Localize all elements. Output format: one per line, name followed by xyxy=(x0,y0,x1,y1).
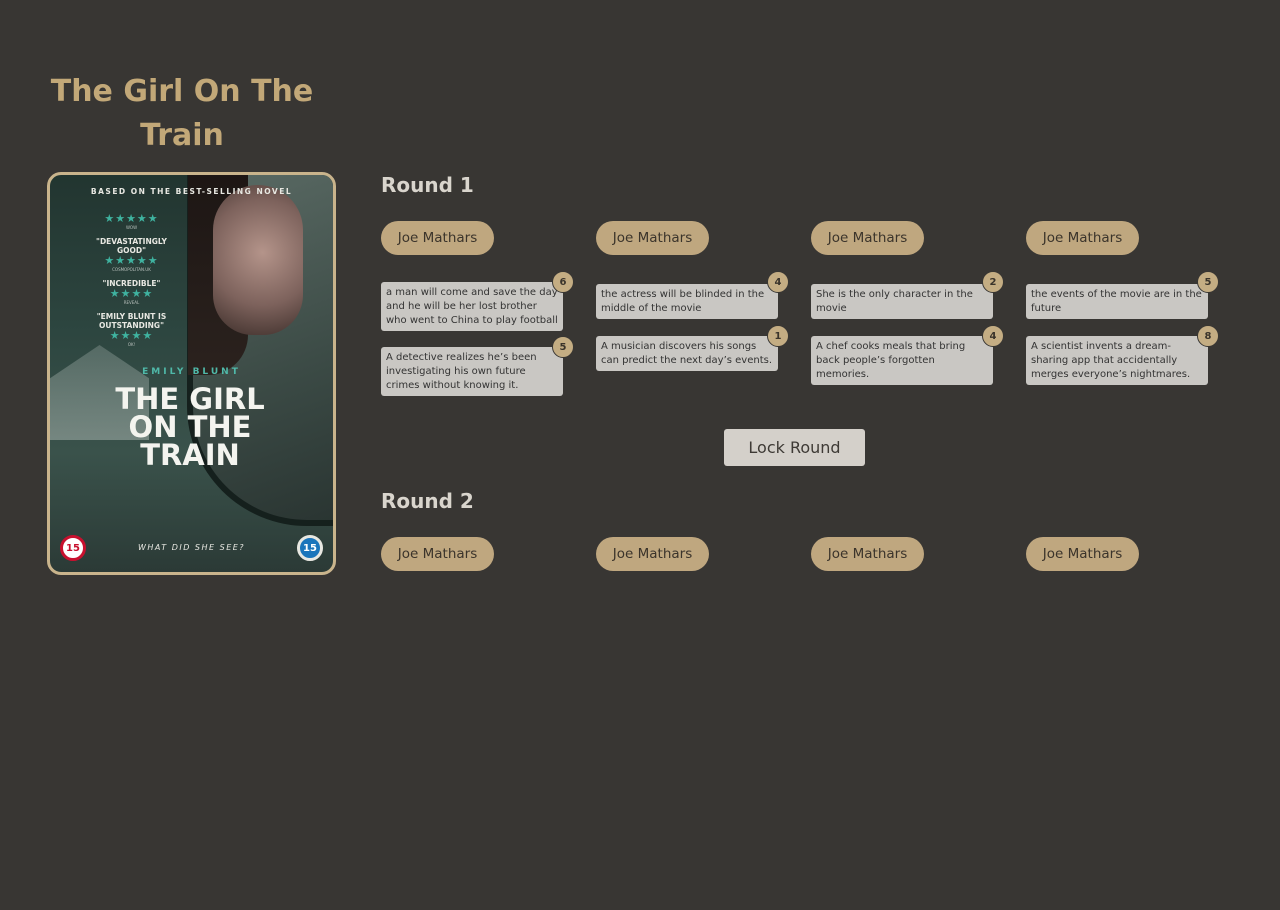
poster-bottom-tagline: WHAT DID SHE SEE? xyxy=(137,543,246,552)
guess-text: A musician discovers his songs can predi… xyxy=(601,341,773,366)
player-pill[interactable]: Joe Mathars xyxy=(596,221,709,255)
poster-tagline-top: BASED ON THE BEST-SELLING NOVEL xyxy=(90,187,293,196)
review-stars: ★★★★★ xyxy=(104,254,159,267)
poster-review: ★★★★★ WOW xyxy=(84,213,179,231)
guess-text: A scientist invents a dream-sharing app … xyxy=(1031,341,1191,380)
guess-score-badge: 5 xyxy=(552,336,574,358)
player-pill[interactable]: Joe Mathars xyxy=(381,221,494,255)
player-pill[interactable]: Joe Mathars xyxy=(1026,537,1139,571)
lock-round-button[interactable]: Lock Round xyxy=(724,429,865,466)
review-source: COSMOPOLITAN.UK xyxy=(112,267,151,272)
round-title: Round 1 xyxy=(381,173,474,197)
poster-review: "EMILY BLUNT IS OUTSTANDING" ★★★★ OK! xyxy=(84,312,179,348)
guess-text: a man will come and save the day and he … xyxy=(386,287,558,326)
player-pill[interactable]: Joe Mathars xyxy=(381,537,494,571)
guess-card[interactable]: She is the only character in the movie xyxy=(811,284,993,319)
guess-score-badge: 4 xyxy=(767,271,789,293)
guess-text: the actress will be blinded in the middl… xyxy=(601,289,765,314)
player-pill[interactable]: Joe Mathars xyxy=(596,537,709,571)
guess-card[interactable]: the actress will be blinded in the middl… xyxy=(596,284,778,319)
review-quote: "DEVASTATINGLY GOOD" xyxy=(96,237,167,255)
guess-score-badge: 8 xyxy=(1197,325,1219,347)
player-pill[interactable]: Joe Mathars xyxy=(1026,221,1139,255)
player-pill[interactable]: Joe Mathars xyxy=(811,221,924,255)
bbfc-rating-icon: 15 xyxy=(60,535,86,561)
review-stars: ★★★★★ xyxy=(104,212,159,225)
guess-score-badge: 6 xyxy=(552,271,574,293)
poster-face-art xyxy=(213,185,303,335)
guess-text: She is the only character in the movie xyxy=(816,289,973,314)
guess-card[interactable]: A scientist invents a dream-sharing app … xyxy=(1026,336,1208,385)
guess-score-badge: 1 xyxy=(767,325,789,347)
poster-actor: EMILY BLUNT xyxy=(142,367,241,377)
irish-rating-icon: 15 xyxy=(297,535,323,561)
guess-score-badge: 2 xyxy=(982,271,1004,293)
guess-card[interactable]: A chef cooks meals that bring back peopl… xyxy=(811,336,993,385)
player-pill[interactable]: Joe Mathars xyxy=(811,537,924,571)
review-source: WOW xyxy=(125,225,138,230)
guess-text: the events of the movie are in the futur… xyxy=(1031,289,1202,314)
movie-poster: BASED ON THE BEST-SELLING NOVEL ★★★★★ WO… xyxy=(47,172,336,575)
guess-card[interactable]: A musician discovers his songs can predi… xyxy=(596,336,778,371)
poster-review: "INCREDIBLE" ★★★★ REVEAL xyxy=(84,279,179,306)
review-stars: ★★★★ xyxy=(109,329,154,342)
review-source: REVEAL xyxy=(123,300,140,305)
guess-card[interactable]: a man will come and save the day and he … xyxy=(381,282,563,331)
guess-card[interactable]: the events of the movie are in the futur… xyxy=(1026,284,1208,319)
movie-title: The Girl On The Train xyxy=(50,74,314,153)
guess-score-badge: 5 xyxy=(1197,271,1219,293)
round-title: Round 2 xyxy=(381,489,474,513)
guess-card[interactable]: A detective realizes he’s been investiga… xyxy=(381,347,563,396)
guess-text: A chef cooks meals that bring back peopl… xyxy=(816,341,966,380)
guess-score-badge: 4 xyxy=(982,325,1004,347)
poster-big-title: THE GIRL ON THE TRAIN xyxy=(115,382,265,472)
review-quote: "EMILY BLUNT IS OUTSTANDING" xyxy=(96,312,167,330)
review-source: OK! xyxy=(127,342,136,347)
review-stars: ★★★★ xyxy=(109,287,154,300)
poster-review: "DEVASTATINGLY GOOD" ★★★★★ COSMOPOLITAN.… xyxy=(84,237,179,273)
guess-text: A detective realizes he’s been investiga… xyxy=(386,352,537,391)
